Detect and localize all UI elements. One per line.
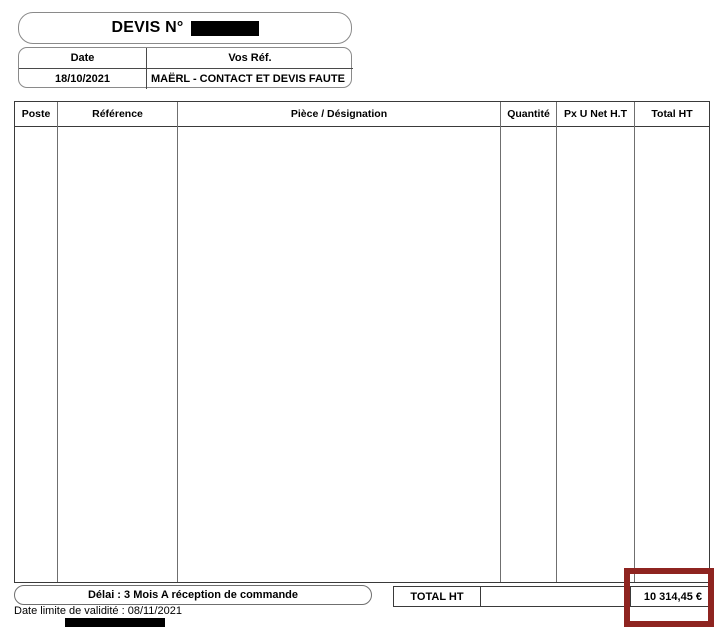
total-ht-amount: 10 314,45 € [643, 590, 702, 603]
line-items-table: Poste Référence Pièce / Désignation Quan… [14, 101, 710, 583]
quote-number-redaction [190, 20, 259, 36]
your-ref-column-header: Vos Réf. [228, 52, 272, 64]
quote-document-page: DEVIS N° Date Vos Réf. 18/10/2021 MAËRL … [0, 0, 720, 627]
total-ht-middle-cell [481, 587, 630, 606]
column-header-quantite: Quantité [507, 108, 550, 120]
delivery-delay-note: Délai : 3 Mois A réception de commande [14, 585, 372, 605]
date-value: 18/10/2021 [54, 73, 111, 85]
quote-title: DEVIS N° [19, 13, 351, 43]
quote-number-box: DEVIS N° [18, 12, 352, 44]
date-column-header: Date [70, 52, 95, 64]
your-ref-value: MAËRL - CONTACT ET DEVIS FAUTE [151, 73, 345, 85]
reference-info-box: Date Vos Réf. 18/10/2021 MAËRL - CONTACT… [18, 47, 353, 89]
footer-redaction-bar [65, 618, 165, 627]
total-ht-box: TOTAL HT 10 314,45 € [393, 586, 710, 607]
total-ht-label: TOTAL HT [410, 590, 464, 603]
validity-date-note: Date limite de validité : 08/11/2021 [14, 605, 182, 617]
column-header-px-u-net-ht: Px U Net H.T [563, 108, 627, 120]
column-header-designation: Pièce / Désignation [290, 108, 388, 120]
quote-title-label: DEVIS N° [111, 19, 184, 36]
line-items-body [15, 127, 709, 582]
column-header-poste: Poste [21, 108, 51, 120]
column-header-reference: Référence [92, 108, 143, 120]
column-header-total-ht: Total HT [651, 108, 693, 120]
